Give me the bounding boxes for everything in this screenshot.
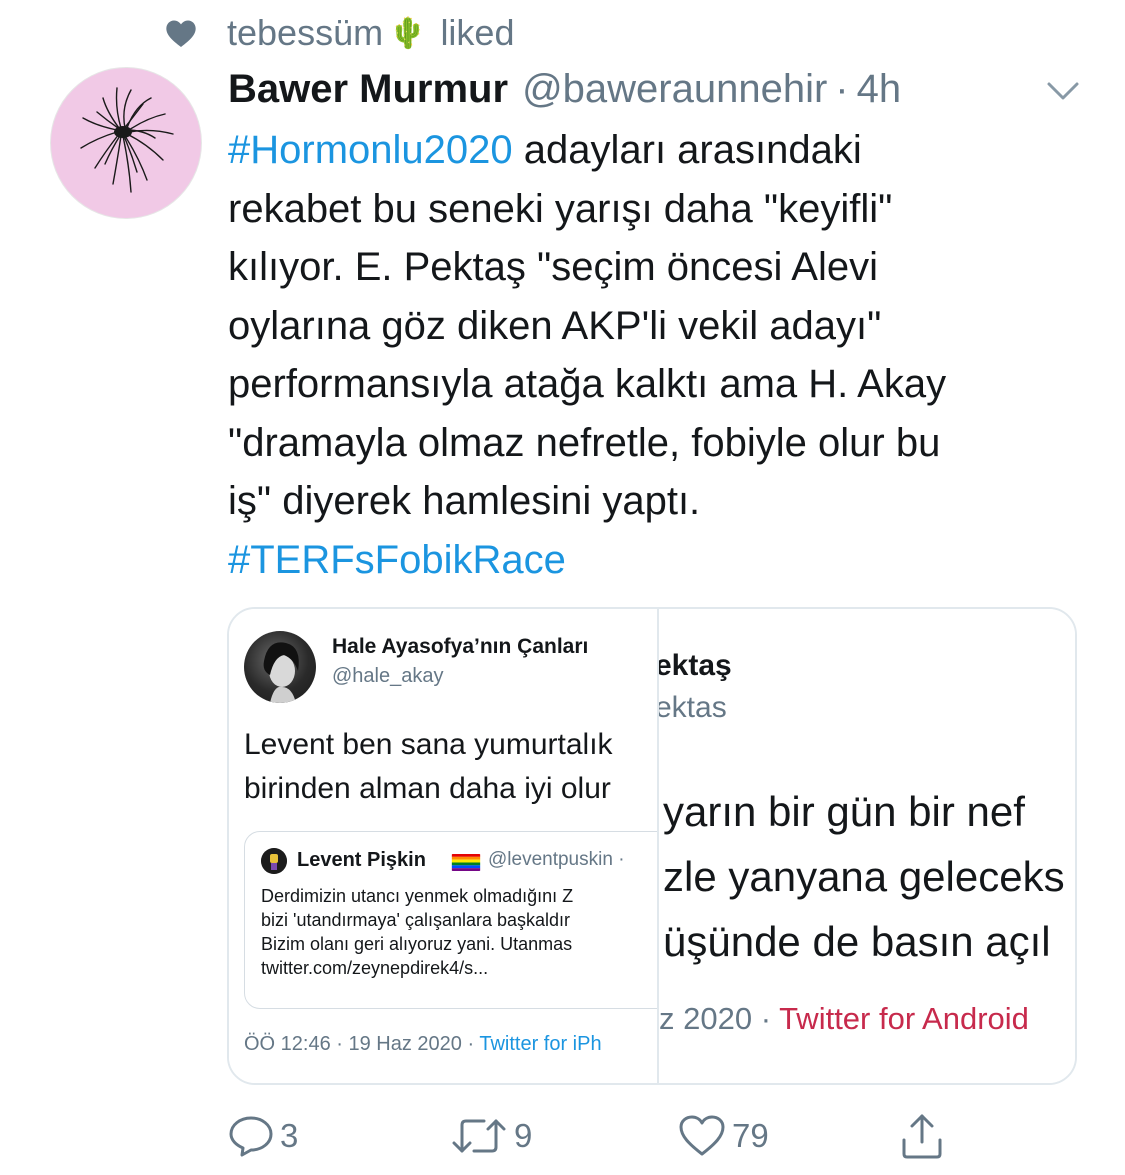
quoted-text-line: Bizim olanı geri alıyoruz yani. Utanmas <box>261 934 573 954</box>
tweet-line: oylarına göz diken AKP'li vekil adayı" <box>228 303 882 348</box>
screenshot-author-name: ektaş <box>659 649 732 682</box>
heart-icon <box>166 20 196 47</box>
fist-icon <box>261 848 287 874</box>
social-context: tebessüm 🌵 liked <box>165 10 514 56</box>
tweet-line: "dramayla olmaz nefretle, fobiyle olur b… <box>228 420 941 465</box>
hashtag-link[interactable]: #Hormonlu2020 <box>228 128 513 172</box>
avatar[interactable] <box>50 67 202 219</box>
reply-count: 3 <box>280 1117 299 1154</box>
screenshot-date: z 2020 · <box>659 1001 780 1036</box>
media-container: Hale Ayasofya’nın Çanları @hale_akay Lev… <box>227 607 1077 1085</box>
liker-name[interactable]: tebessüm <box>227 12 383 54</box>
quoted-text: Derdimizin utancı yenmek olmadığını Z bi… <box>261 884 573 980</box>
tweet-line: #Hormonlu2020 adayları arasındaki <box>228 121 1088 180</box>
screenshot-tweet-text: Levent ben sana yumurtalık birinden alma… <box>244 723 613 811</box>
media-image-left[interactable]: Hale Ayasofya’nın Çanları @hale_akay Lev… <box>229 609 657 1083</box>
like-heart-icon <box>679 1115 725 1156</box>
quoted-text-line: Derdimizin utancı yenmek olmadığını Z <box>261 886 574 906</box>
screenshot-author-name: Hale Ayasofya’nın Çanları <box>332 635 589 658</box>
screenshot-meta: z 2020 · Twitter for Android <box>659 1001 1029 1037</box>
tweet-line: #TERFsFobikRace <box>228 531 1088 590</box>
tweet-text: #Hormonlu2020 adayları arasındaki rekabe… <box>228 121 1088 589</box>
screenshot-tweet-text: yarın bir gün bir nef zle yanyana gelece… <box>663 779 1065 974</box>
like-button[interactable]: 79 <box>678 1108 769 1164</box>
quoted-text-line: twitter.com/zeynepdirek4/s... <box>261 958 489 978</box>
screenshot-text-line: üşünde de basın açıl <box>663 918 1051 965</box>
hashtag-link[interactable]: #TERFsFobikRace <box>228 538 566 582</box>
author-name[interactable]: Bawer Murmur <box>228 67 508 112</box>
tweet-header: Bawer Murmur @baweraunnehir · 4h <box>228 64 1088 114</box>
retweet-button[interactable]: 9 <box>450 1108 532 1164</box>
share-icon <box>902 1114 942 1159</box>
share-button[interactable] <box>898 1108 946 1164</box>
tweet-line: performansıyla atağa kalktı ama H. Akay <box>228 362 947 406</box>
retweet-count: 9 <box>514 1117 533 1154</box>
screenshot-avatar <box>244 631 316 703</box>
quoted-text-line: bizi 'utandırmaya' çalışanlara başkaldır <box>261 910 571 930</box>
screenshot-source: Twitter for iPh <box>479 1033 602 1055</box>
screenshot-author-handle: ektas <box>659 691 727 724</box>
quoted-author-handle: @leventpuskin · <box>488 849 625 870</box>
tweet-line: kılıyor. E. Pektaş "seçim öncesi Alevi <box>228 245 878 289</box>
like-count: 79 <box>732 1117 769 1154</box>
quoted-avatar <box>261 848 287 874</box>
reply-button[interactable]: 3 <box>228 1108 298 1164</box>
author-handle[interactable]: @baweraunnehir <box>522 67 827 112</box>
screenshot-author-handle: @hale_akay <box>332 665 444 687</box>
quoted-author-name: Levent Pişkin <box>297 849 426 871</box>
avatar-sea-urchin-image <box>80 87 174 193</box>
tweet-time[interactable]: 4h <box>857 67 902 112</box>
action-bar: 3 9 79 <box>228 1108 988 1164</box>
chevron-down-icon[interactable] <box>1045 78 1081 104</box>
tweet-line: rekabet bu seneki yarışı daha "keyifli" <box>228 186 893 231</box>
liked-label: liked <box>440 12 515 53</box>
tweet-line-text: adayları arasındaki <box>512 128 862 172</box>
screenshot-meta: ÖÖ 12:46 · 19 Haz 2020 · Twitter for iPh <box>244 1033 602 1056</box>
screenshot-text-line: birinden alman daha iyi olur <box>244 772 611 805</box>
screenshot-text-line: Levent ben sana yumurtalık <box>244 728 613 761</box>
rainbow-flag-icon <box>451 854 481 871</box>
screenshot-timestamp: ÖÖ 12:46 · 19 Haz 2020 · <box>244 1033 480 1055</box>
profile-photo-icon <box>263 642 299 703</box>
quoted-tweet: Levent Pişkin @leventpuskin · Derdimizin… <box>244 831 657 1009</box>
retweet-icon <box>452 1119 506 1153</box>
screenshot-text-line: yarın bir gün bir nef <box>663 788 1025 835</box>
separator-dot: · <box>835 66 849 111</box>
media-image-right[interactable]: ektaş ektas yarın bir gün bir nef zle ya… <box>659 609 1075 1083</box>
tweet-line: iş" diyerek hamlesini yaptı. <box>228 479 701 523</box>
reply-icon <box>229 1116 273 1157</box>
screenshot-text-line: zle yanyana geleceks <box>663 853 1065 900</box>
cactus-emoji: 🌵 <box>389 16 427 50</box>
screenshot-source: Twitter for Android <box>779 1001 1029 1036</box>
